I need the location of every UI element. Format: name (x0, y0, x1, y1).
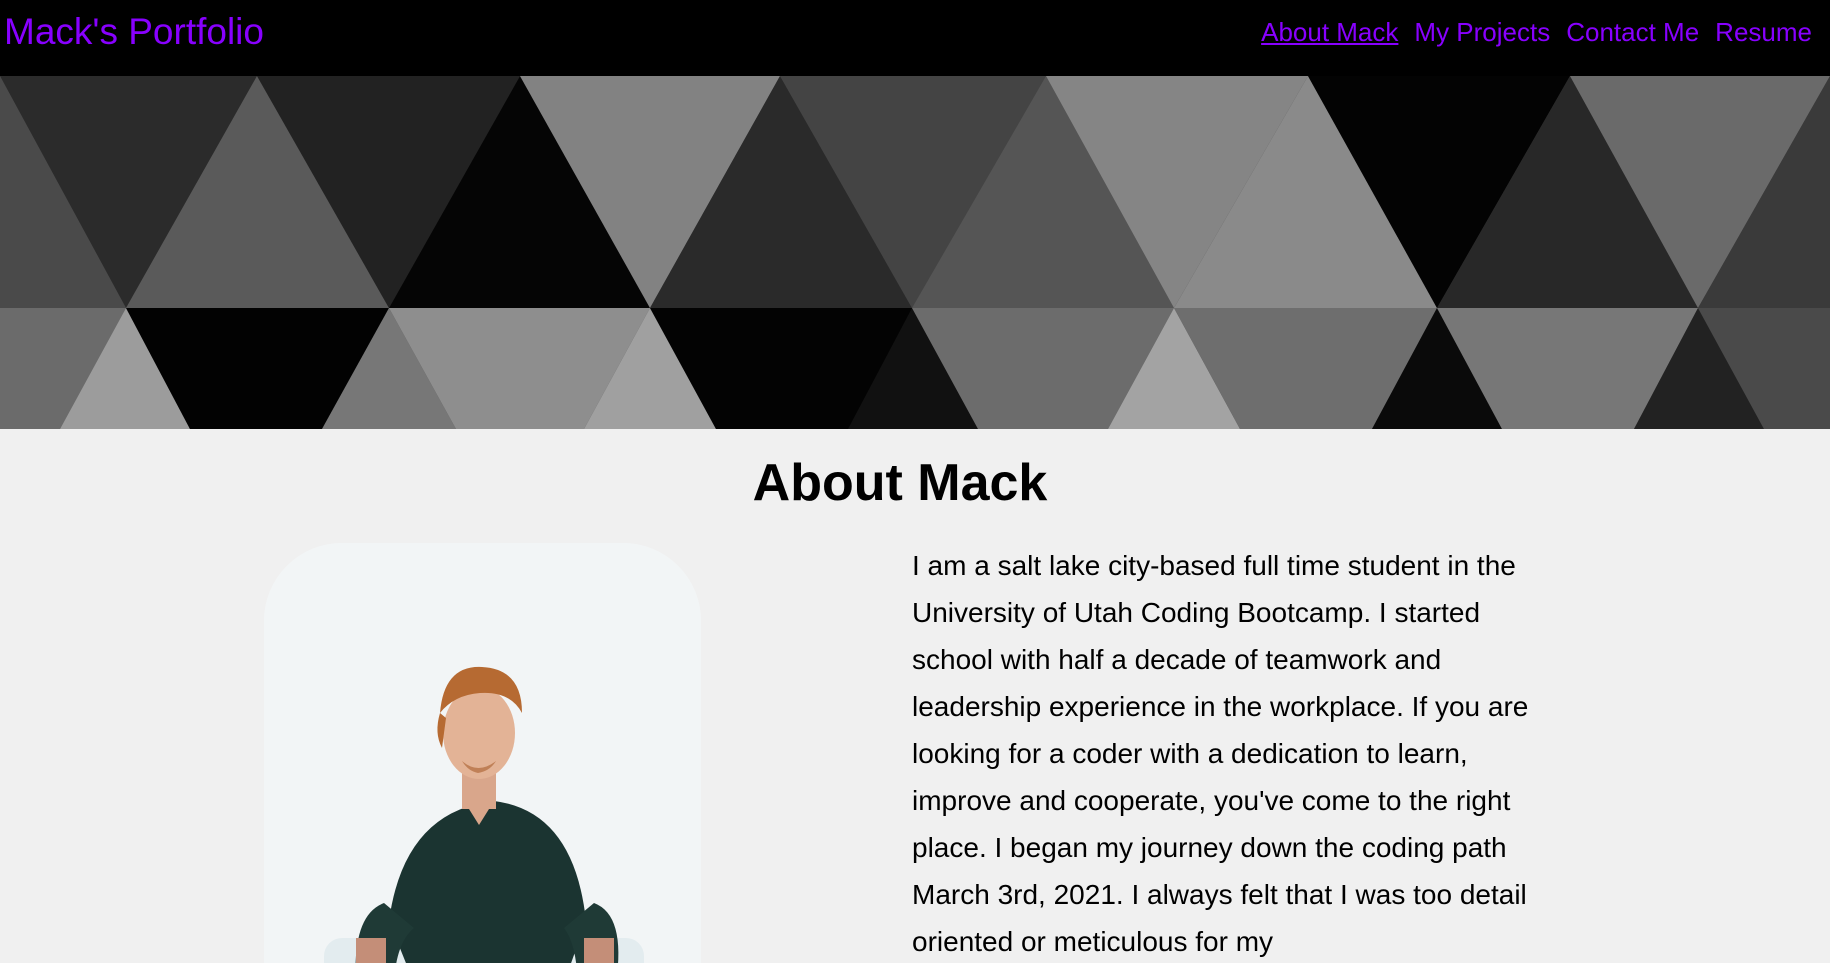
nav-contact[interactable]: Contact Me (1566, 14, 1699, 50)
hero-banner (0, 76, 1830, 429)
main-nav: About Mack My Projects Contact Me Resume (1261, 14, 1812, 50)
nav-projects[interactable]: My Projects (1414, 14, 1550, 50)
hero-triangle-pattern (0, 76, 1830, 429)
portrait-photo (264, 543, 701, 963)
brand-title[interactable]: Mack's Portfolio (4, 10, 264, 54)
nav-resume[interactable]: Resume (1715, 14, 1812, 50)
person-photo-icon (264, 543, 701, 963)
about-heading: About Mack (752, 454, 1048, 512)
about-bio: I am a salt lake city-based full time st… (912, 550, 1529, 957)
nav-about[interactable]: About Mack (1261, 14, 1398, 50)
site-header: Mack's Portfolio About Mack My Projects … (0, 0, 1830, 76)
